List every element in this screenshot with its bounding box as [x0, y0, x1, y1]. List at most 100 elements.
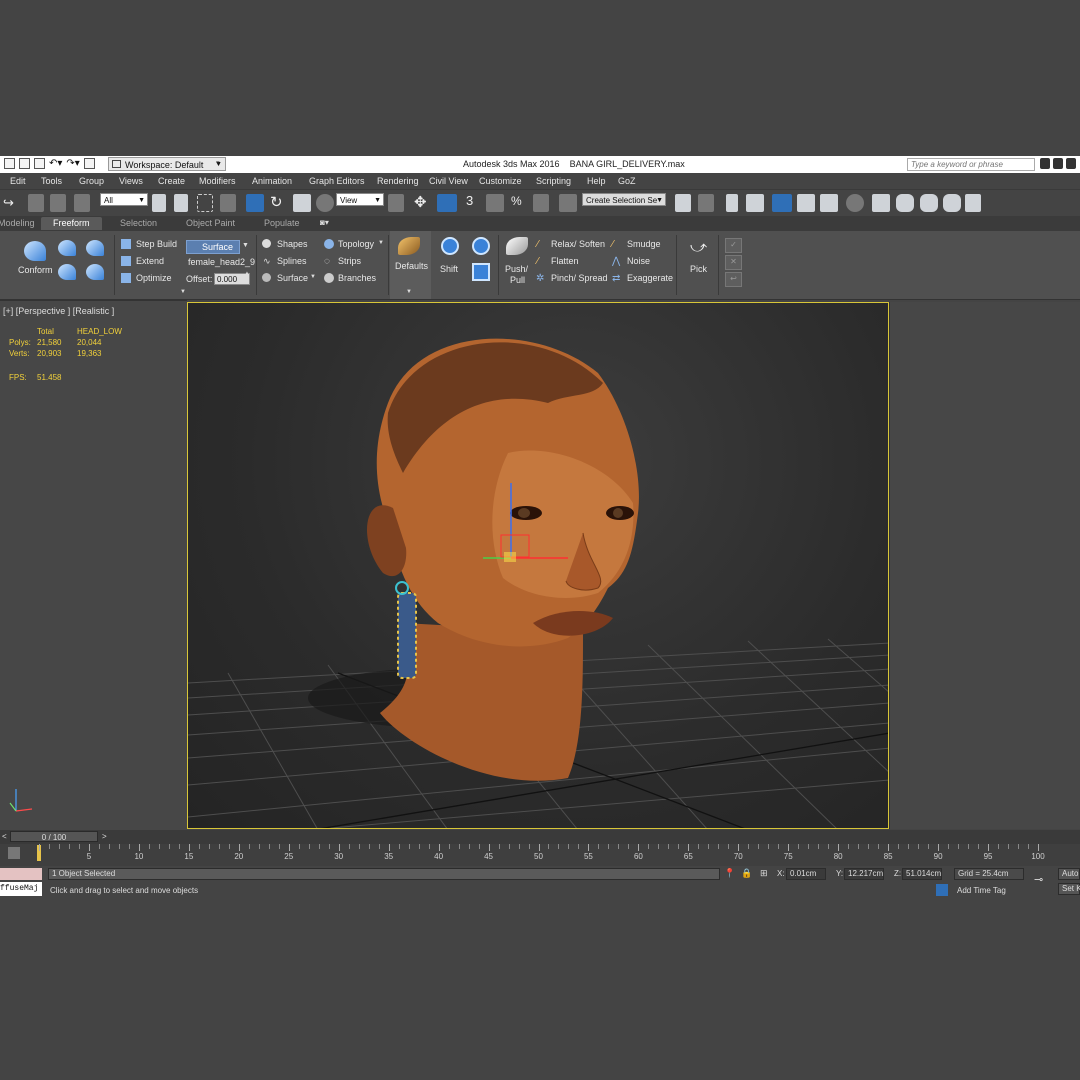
extend-button[interactable]: Extend	[136, 256, 164, 266]
schematic-view-icon[interactable]	[797, 194, 815, 212]
next-frame-icon[interactable]: >	[102, 832, 107, 841]
select-manipulate-icon[interactable]: ✥	[414, 193, 427, 211]
conform-icon[interactable]	[24, 241, 46, 261]
menu-animation[interactable]: Animation	[252, 174, 292, 189]
window-crossing-icon[interactable]	[220, 194, 236, 212]
y-coord-input[interactable]: 12.217cm	[844, 868, 884, 880]
save-file-icon[interactable]	[34, 158, 45, 169]
viewport-label-menu[interactable]: [+] [Perspective ] [Realistic ]	[3, 306, 114, 316]
render-production-icon[interactable]	[896, 194, 914, 212]
layer-explorer-icon[interactable]	[726, 194, 738, 212]
push-pull-icon[interactable]	[506, 237, 528, 255]
conform-brush-icon-2[interactable]	[86, 240, 104, 256]
select-and-move-icon[interactable]	[246, 194, 264, 212]
project-folder-icon[interactable]	[83, 158, 95, 169]
ribbon-options-icon[interactable]: ◙▾	[320, 218, 329, 227]
menu-graph-editors[interactable]: Graph Editors	[309, 174, 365, 189]
smudge-button[interactable]: Smudge	[627, 239, 661, 249]
tab-object-paint[interactable]: Object Paint	[186, 218, 235, 228]
maxscript-listener-mini[interactable]	[0, 868, 42, 880]
search-input[interactable]	[907, 158, 1035, 171]
material-editor-icon[interactable]	[820, 194, 838, 212]
menu-rendering[interactable]: Rendering	[377, 174, 419, 189]
pick-icon[interactable]: ⤻	[690, 239, 707, 257]
set-key-button[interactable]: Set K	[1058, 883, 1080, 895]
menu-create[interactable]: Create	[158, 174, 185, 189]
spinner-snap-icon[interactable]	[533, 194, 549, 212]
menu-goz[interactable]: GoZ	[618, 174, 636, 189]
noise-button[interactable]: Noise	[627, 256, 650, 266]
render-setup-icon[interactable]	[846, 194, 864, 212]
z-coord-input[interactable]: 51.014cm	[902, 868, 942, 880]
pinch-spread-button[interactable]: Pinch/ Spread	[551, 273, 608, 283]
tab-modeling[interactable]: Modeling	[0, 218, 35, 228]
pick-button[interactable]: Pick	[690, 264, 707, 274]
surface-button[interactable]: Surface	[277, 273, 308, 283]
mirror-icon[interactable]	[675, 194, 691, 212]
percent-snap-icon[interactable]: %	[511, 194, 522, 208]
mini-curve-editor-icon[interactable]	[8, 847, 20, 859]
rendered-frame-window-icon[interactable]	[872, 194, 890, 212]
place-icon[interactable]	[316, 194, 334, 212]
revert-icon[interactable]: ↩	[725, 272, 742, 287]
curve-editor-icon[interactable]	[772, 194, 792, 212]
rectangular-selection-icon[interactable]	[197, 194, 213, 212]
shapes-button[interactable]: Shapes	[277, 239, 308, 249]
tab-freeform[interactable]: Freeform	[41, 217, 102, 230]
accept-icon[interactable]: ✓	[725, 238, 742, 253]
star-icon[interactable]	[1066, 158, 1076, 169]
exaggerate-button[interactable]: Exaggerate	[627, 273, 673, 283]
defaults-button[interactable]: Defaults	[395, 261, 428, 271]
render-shot-icon[interactable]	[965, 194, 981, 212]
scale-icon[interactable]	[293, 194, 311, 212]
menu-edit[interactable]: Edit	[10, 174, 26, 189]
workspace-extra-dropdown[interactable]: ▾	[216, 157, 226, 171]
select-by-name-icon[interactable]	[174, 194, 188, 212]
toggle-ribbon-icon[interactable]	[746, 194, 764, 212]
optimize-button[interactable]: Optimize	[136, 273, 172, 283]
binoculars-icon[interactable]	[1040, 158, 1050, 169]
shift-button[interactable]: Shift	[440, 264, 458, 274]
render-cloud-icon[interactable]	[943, 194, 961, 212]
tab-selection[interactable]: Selection	[120, 218, 157, 228]
new-file-icon[interactable]	[4, 158, 15, 169]
push-pull-label-1[interactable]: Push/	[505, 264, 528, 274]
spinner-arrows-icon[interactable]: ▲ ▼	[244, 271, 250, 285]
menu-modifiers[interactable]: Modifiers	[199, 174, 236, 189]
bind-spacewarp-icon[interactable]	[74, 194, 90, 212]
time-slider[interactable]: 0 / 100	[10, 831, 98, 842]
step-build-button[interactable]: Step Build	[136, 239, 177, 249]
tab-populate[interactable]: Populate	[264, 218, 300, 228]
flatten-button[interactable]: Flatten	[551, 256, 579, 266]
menu-tools[interactable]: Tools	[41, 174, 62, 189]
keyboard-shortcut-override-icon[interactable]	[437, 194, 457, 212]
panel-expand-icon[interactable]: ▼	[180, 289, 186, 295]
cancel-icon[interactable]: ✕	[725, 255, 742, 270]
link-icon[interactable]	[28, 194, 44, 212]
user-icon[interactable]	[1053, 158, 1063, 169]
set-key-icon[interactable]: ⊸	[1034, 873, 1043, 886]
conform-label[interactable]: Conform	[18, 265, 53, 275]
redo-arrow-icon[interactable]: ↪	[3, 195, 14, 211]
maxscript-listener-input[interactable]: ffuseMaj	[0, 882, 42, 896]
track-bar[interactable]: 5 10 15 20 25 30 35 40 45 50 55 60 65 70 75 80 85 90 95 100	[0, 844, 1080, 866]
conform-brush-icon-1[interactable]	[58, 240, 76, 256]
shift-icon[interactable]	[441, 237, 459, 255]
workspace-dropdown[interactable]: Workspace: Default ▼	[108, 157, 226, 171]
menu-scripting[interactable]: Scripting	[536, 174, 571, 189]
splines-button[interactable]: Splines	[277, 256, 307, 266]
edit-named-selection-icon[interactable]	[559, 194, 577, 212]
surface-dropdown-arrow[interactable]: ▼	[242, 242, 249, 249]
menu-civil-view[interactable]: Civil View	[429, 174, 468, 189]
reference-coordinate-dropdown[interactable]: View ▼	[336, 193, 384, 206]
menu-customize[interactable]: Customize	[479, 174, 522, 189]
perspective-viewport[interactable]	[187, 302, 889, 829]
selection-lock-icon[interactable]: 🔒	[741, 868, 752, 879]
conform-brush-icon-4[interactable]	[86, 264, 104, 280]
menu-views[interactable]: Views	[119, 174, 143, 189]
previous-frame-icon[interactable]: <	[2, 832, 7, 841]
absolute-mode-icon[interactable]: ⊞	[760, 868, 768, 879]
conform-brush-icon-3[interactable]	[58, 264, 76, 280]
add-time-tag[interactable]: Add Time Tag	[957, 886, 1006, 895]
branches-button[interactable]: Branches	[338, 273, 376, 283]
